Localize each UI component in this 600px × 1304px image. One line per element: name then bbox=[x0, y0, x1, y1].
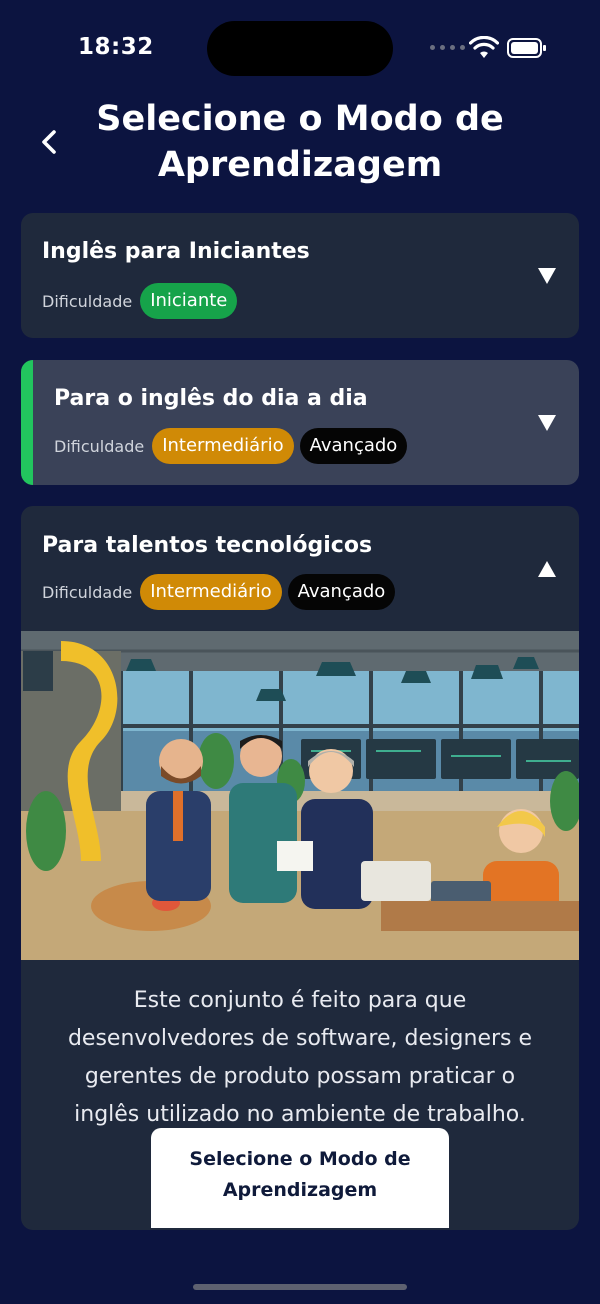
difficulty-label: Dificuldade bbox=[42, 582, 133, 602]
header: Selecione o Modo de Aprendizagem bbox=[0, 96, 600, 196]
difficulty-row: Dificuldade Intermediário Avançado bbox=[54, 428, 408, 464]
card-title: Para talentos tecnológicos bbox=[42, 533, 373, 558]
mode-card-everyday[interactable]: Para o inglês do dia a dia Dificuldade I… bbox=[21, 360, 579, 485]
office-illustration bbox=[21, 631, 579, 960]
mode-card-beginners[interactable]: Inglês para Iniciantes Dificuldade Inici… bbox=[21, 213, 579, 338]
badge-advanced: Avançado bbox=[299, 428, 408, 464]
dynamic-island bbox=[207, 21, 393, 76]
status-bar: 18:32 bbox=[0, 0, 600, 90]
badge-beginner: Iniciante bbox=[140, 283, 238, 319]
signal-icon bbox=[430, 45, 465, 50]
status-time: 18:32 bbox=[78, 34, 154, 60]
home-indicator[interactable] bbox=[193, 1284, 407, 1290]
chevron-down-icon[interactable] bbox=[537, 267, 557, 285]
card-title: Para o inglês do dia a dia bbox=[54, 386, 368, 411]
chevron-up-icon[interactable] bbox=[537, 560, 557, 578]
selected-indicator bbox=[21, 360, 33, 485]
badge-intermediate: Intermediário bbox=[140, 574, 282, 610]
difficulty-label: Dificuldade bbox=[42, 291, 133, 311]
badge-advanced: Avançado bbox=[287, 574, 396, 610]
card-title: Inglês para Iniciantes bbox=[42, 239, 310, 264]
badge-intermediate: Intermediário bbox=[152, 428, 294, 464]
difficulty-label: Dificuldade bbox=[54, 436, 145, 456]
back-icon[interactable] bbox=[36, 124, 64, 160]
chevron-down-icon[interactable] bbox=[537, 414, 557, 432]
page-title: Selecione o Modo de Aprendizagem bbox=[96, 99, 504, 185]
wifi-icon bbox=[469, 36, 499, 58]
difficulty-row: Dificuldade Iniciante bbox=[42, 283, 238, 319]
difficulty-row: Dificuldade Intermediário Avançado bbox=[42, 574, 396, 610]
card-description: Este conjunto é feito para que desenvolv… bbox=[67, 988, 533, 1127]
battery-icon bbox=[507, 38, 546, 58]
select-mode-button[interactable]: Selecione o Modo de Aprendizagem bbox=[151, 1128, 449, 1228]
mode-card-tech-talent[interactable]: Para talentos tecnológicos Dificuldade I… bbox=[21, 506, 579, 1230]
